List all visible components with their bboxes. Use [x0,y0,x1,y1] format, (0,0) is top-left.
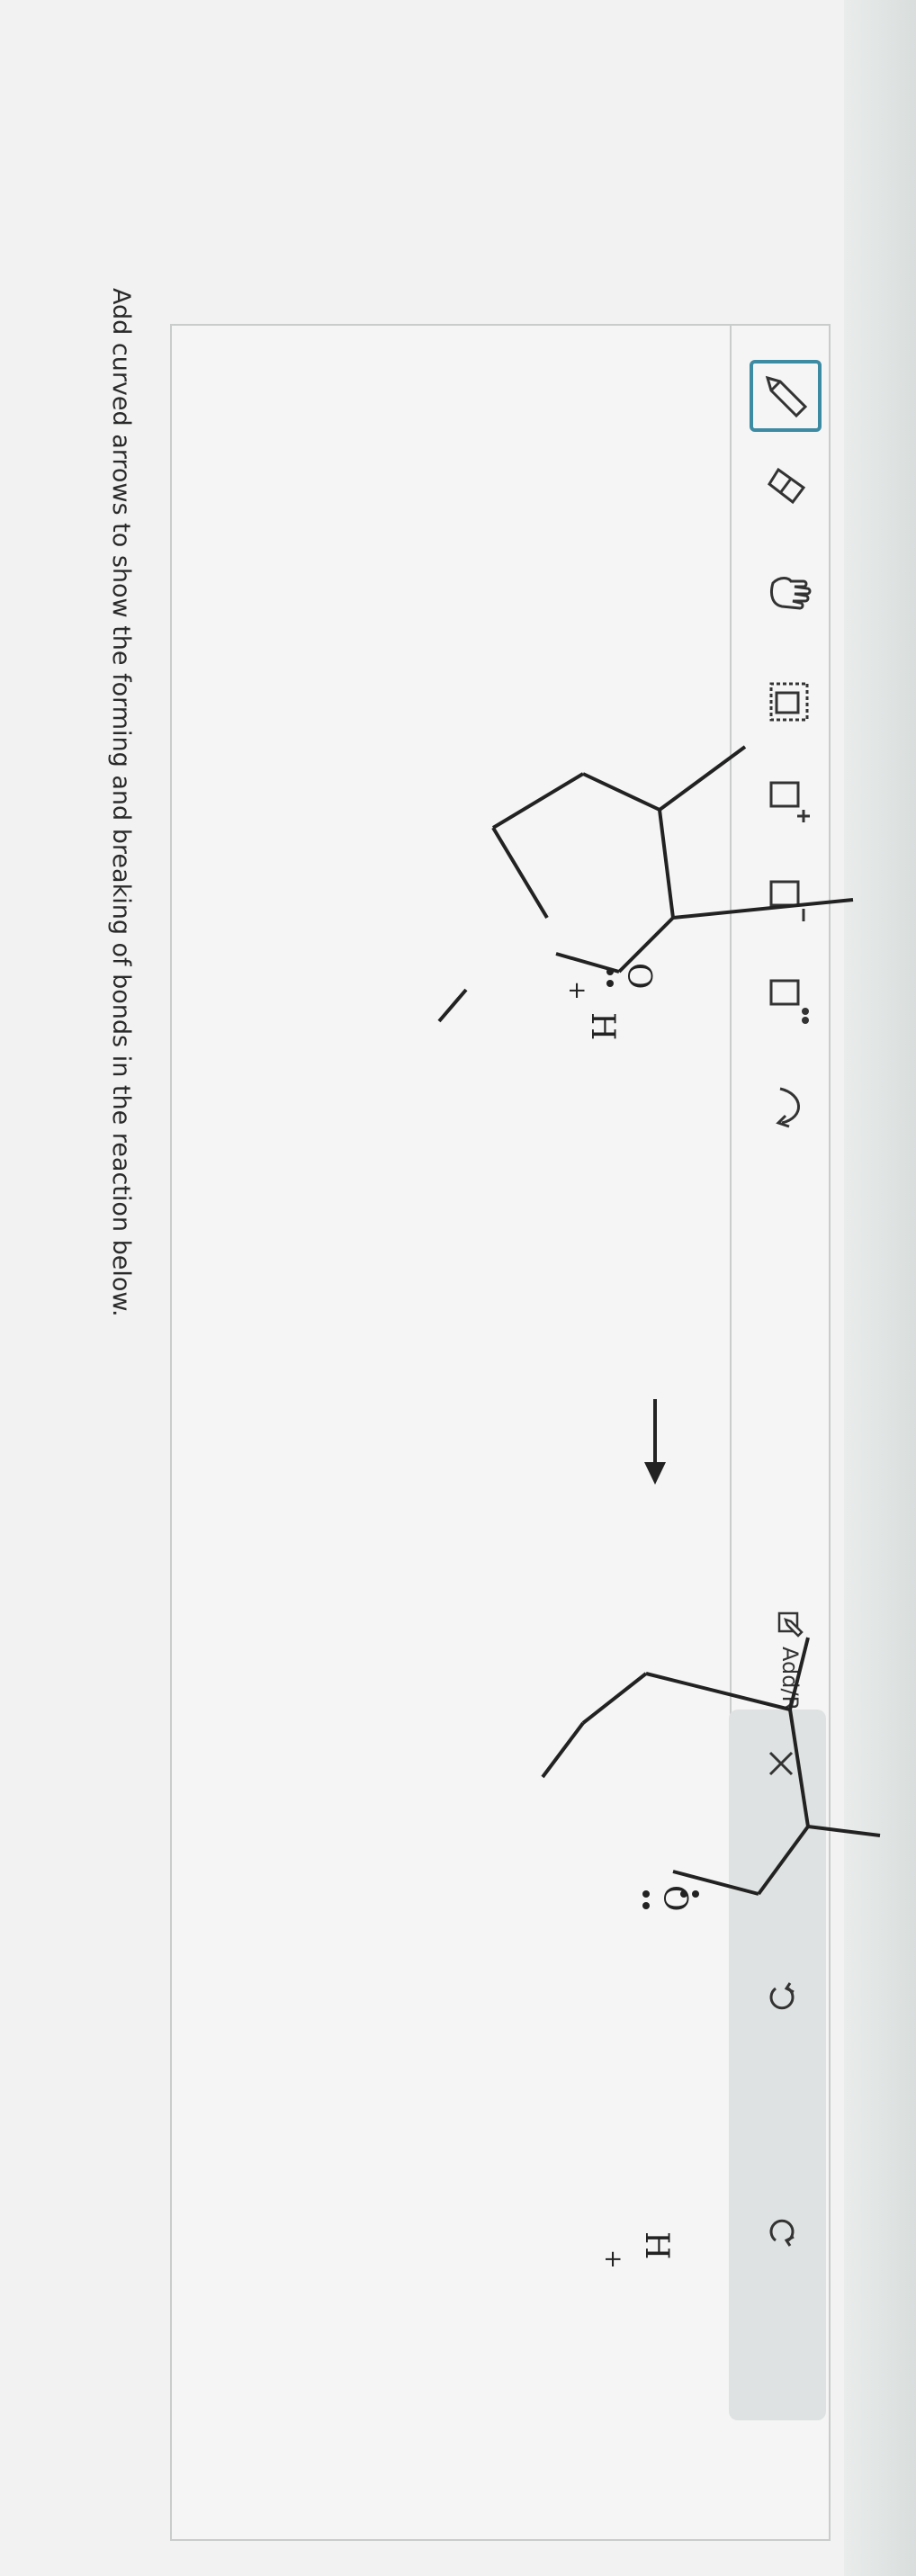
product-oxygen[interactable]: O [642,1885,699,1912]
proton-symbol: H [638,2231,675,2259]
proton[interactable]: H + [599,2231,675,2269]
screen: Add curved arrows to show the forming an… [0,0,916,2576]
reactant-hydrogen-symbol: H [584,1012,621,1040]
lone-pair-dot [642,1890,650,1898]
lone-pair-dot [642,1902,650,1909]
product-molecule [541,1637,881,1896]
reaction-arrow [644,1399,666,1485]
lone-pair-dot [692,1890,699,1898]
lone-pair-dot [680,1890,687,1898]
rotated-page: Add curved arrows to show the forming an… [0,0,916,2576]
product-oxygen-symbol: O [656,1885,693,1912]
lone-pair-dot [606,980,614,987]
lone-pair-dot [606,968,614,975]
reactant-oxygen-symbol: O [620,963,657,990]
proton-charge: + [599,2249,626,2269]
reactant-oxygen[interactable]: O + [563,963,657,1001]
reactant-positive-charge: + [563,981,590,1001]
reaction-canvas[interactable]: O + H O H + [0,0,916,2576]
